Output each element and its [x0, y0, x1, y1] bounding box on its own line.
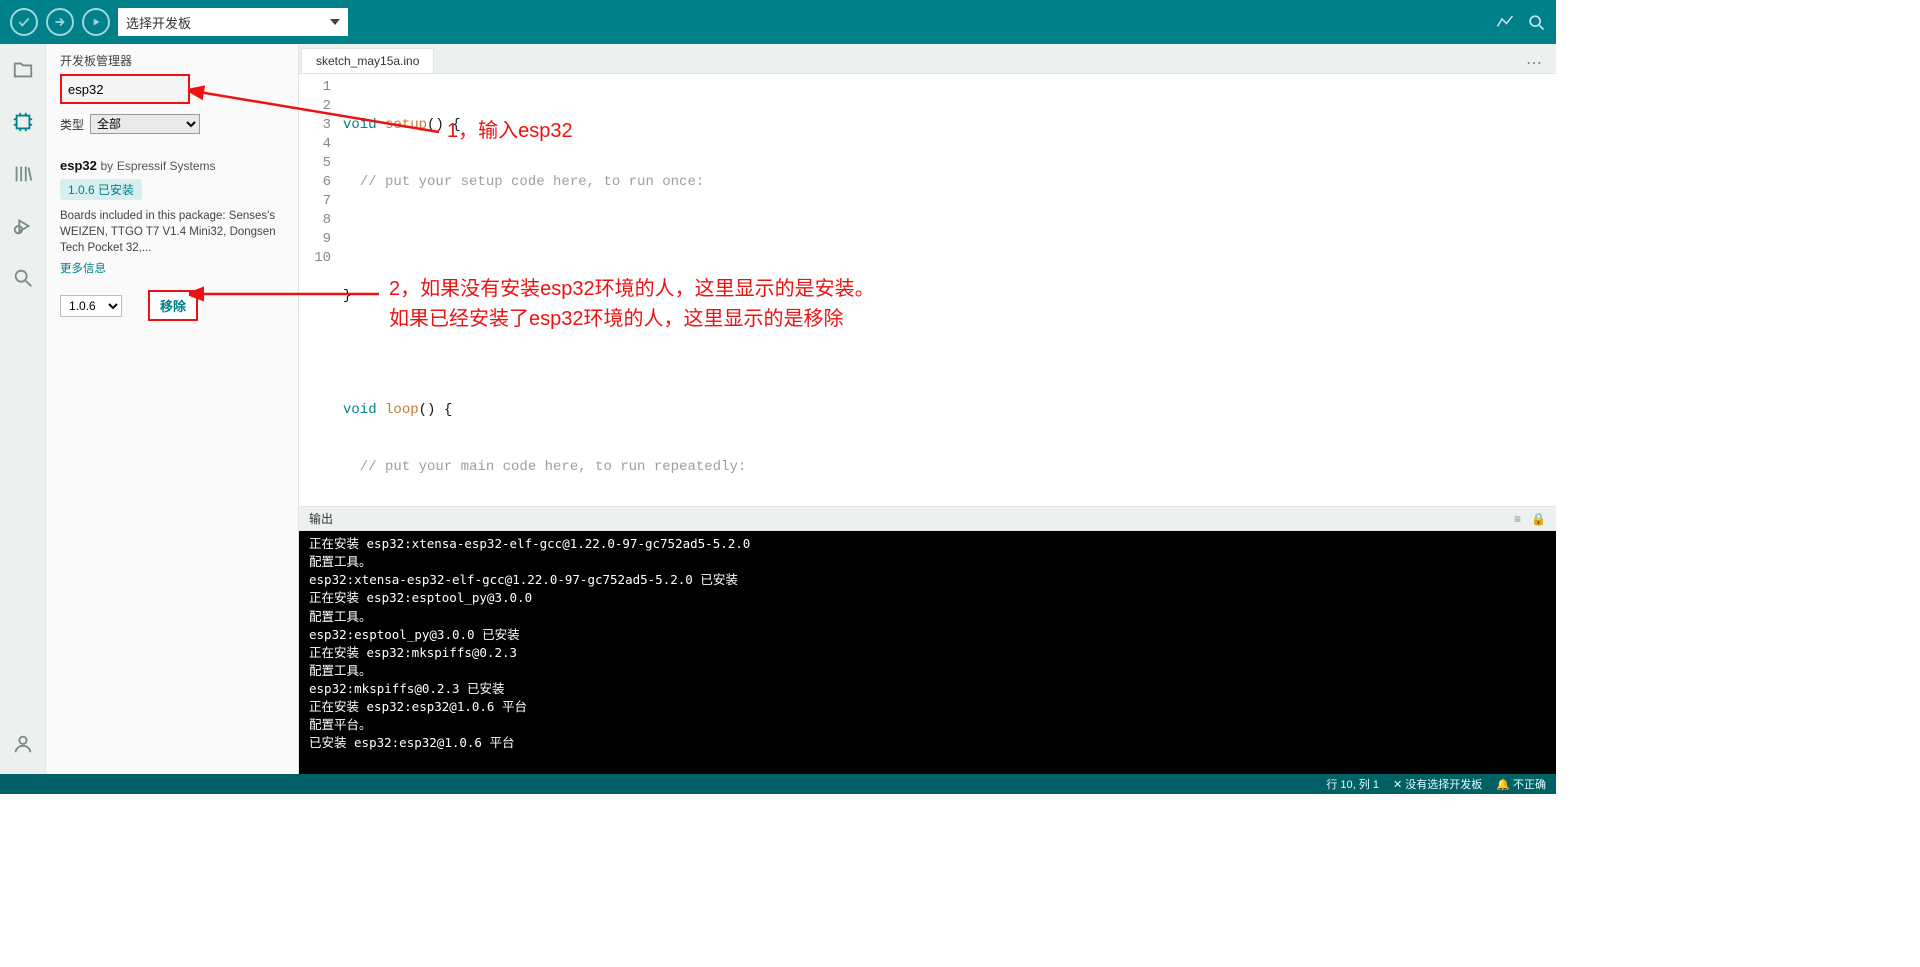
- activity-bar: [0, 44, 46, 774]
- main-area: 开发板管理器 类型 全部 esp32 by Espressif Systems …: [0, 44, 1556, 774]
- installed-badge: 1.0.6 已安装: [60, 179, 142, 200]
- line-gutter: 12345678910: [299, 78, 343, 506]
- package-actions: 1.0.6 移除: [60, 290, 284, 321]
- code-editor[interactable]: 12345678910 void setup() { // put your s…: [299, 74, 1556, 506]
- panel-title: 开发板管理器: [60, 52, 284, 70]
- upload-button[interactable]: [46, 8, 74, 36]
- board-selector[interactable]: 选择开发板: [118, 8, 348, 36]
- output-title: 输出: [309, 510, 333, 527]
- version-select[interactable]: 1.0.6: [60, 295, 122, 317]
- package-title: esp32 by Espressif Systems: [60, 158, 284, 173]
- board-selector-label: 选择开发板: [126, 13, 191, 32]
- sketchbook-icon[interactable]: [9, 56, 37, 84]
- no-board-status[interactable]: ✕ 没有选择开发板: [1393, 776, 1482, 792]
- output-lock-icon[interactable]: 🔒: [1531, 512, 1546, 526]
- package-description: Boards included in this package: Senses'…: [60, 208, 284, 256]
- debug-icon[interactable]: [9, 212, 37, 240]
- output-panel: 输出 ≡ 🔒 正在安装 esp32:xtensa-esp32-elf-gcc@1…: [299, 506, 1556, 774]
- output-header-actions: ≡ 🔒: [1514, 512, 1546, 526]
- output-menu-icon[interactable]: ≡: [1514, 512, 1521, 526]
- boards-manager-panel: 开发板管理器 类型 全部 esp32 by Espressif Systems …: [46, 44, 299, 774]
- type-label: 类型: [60, 116, 84, 133]
- tab-overflow-icon[interactable]: ⋯: [1514, 53, 1556, 73]
- search-icon[interactable]: [9, 264, 37, 292]
- cursor-position: 行 10, 列 1: [1326, 776, 1379, 792]
- account-icon[interactable]: [9, 730, 37, 758]
- verify-button[interactable]: [10, 8, 38, 36]
- boards-manager-icon[interactable]: [9, 108, 37, 136]
- toolbar-right-group: [1496, 12, 1546, 32]
- serial-plotter-icon[interactable]: [1496, 13, 1514, 31]
- output-header: 输出 ≡ 🔒: [299, 507, 1556, 531]
- tab-sketch[interactable]: sketch_may15a.ino: [301, 48, 434, 73]
- package-card: esp32 by Espressif Systems 1.0.6 已安装 Boa…: [60, 158, 284, 321]
- library-manager-icon[interactable]: [9, 160, 37, 188]
- tab-bar: sketch_may15a.ino ⋯: [299, 44, 1556, 74]
- status-bar: 行 10, 列 1 ✕ 没有选择开发板 🔔 不正确: [0, 774, 1556, 794]
- type-select[interactable]: 全部: [90, 114, 200, 134]
- serial-monitor-icon[interactable]: [1526, 12, 1546, 32]
- notification-status[interactable]: 🔔 不正确: [1496, 776, 1546, 792]
- search-input[interactable]: [60, 74, 190, 104]
- output-body[interactable]: 正在安装 esp32:xtensa-esp32-elf-gcc@1.22.0-9…: [299, 531, 1556, 774]
- code-body[interactable]: void setup() { // put your setup code he…: [343, 78, 1556, 506]
- editor-area: sketch_may15a.ino ⋯ 12345678910 void set…: [299, 44, 1556, 774]
- type-filter-row: 类型 全部: [60, 114, 284, 134]
- debug-button[interactable]: [82, 8, 110, 36]
- more-info-link[interactable]: 更多信息: [60, 260, 106, 276]
- chevron-down-icon: [330, 19, 340, 25]
- top-toolbar: 选择开发板: [0, 0, 1556, 44]
- remove-button[interactable]: 移除: [148, 290, 198, 321]
